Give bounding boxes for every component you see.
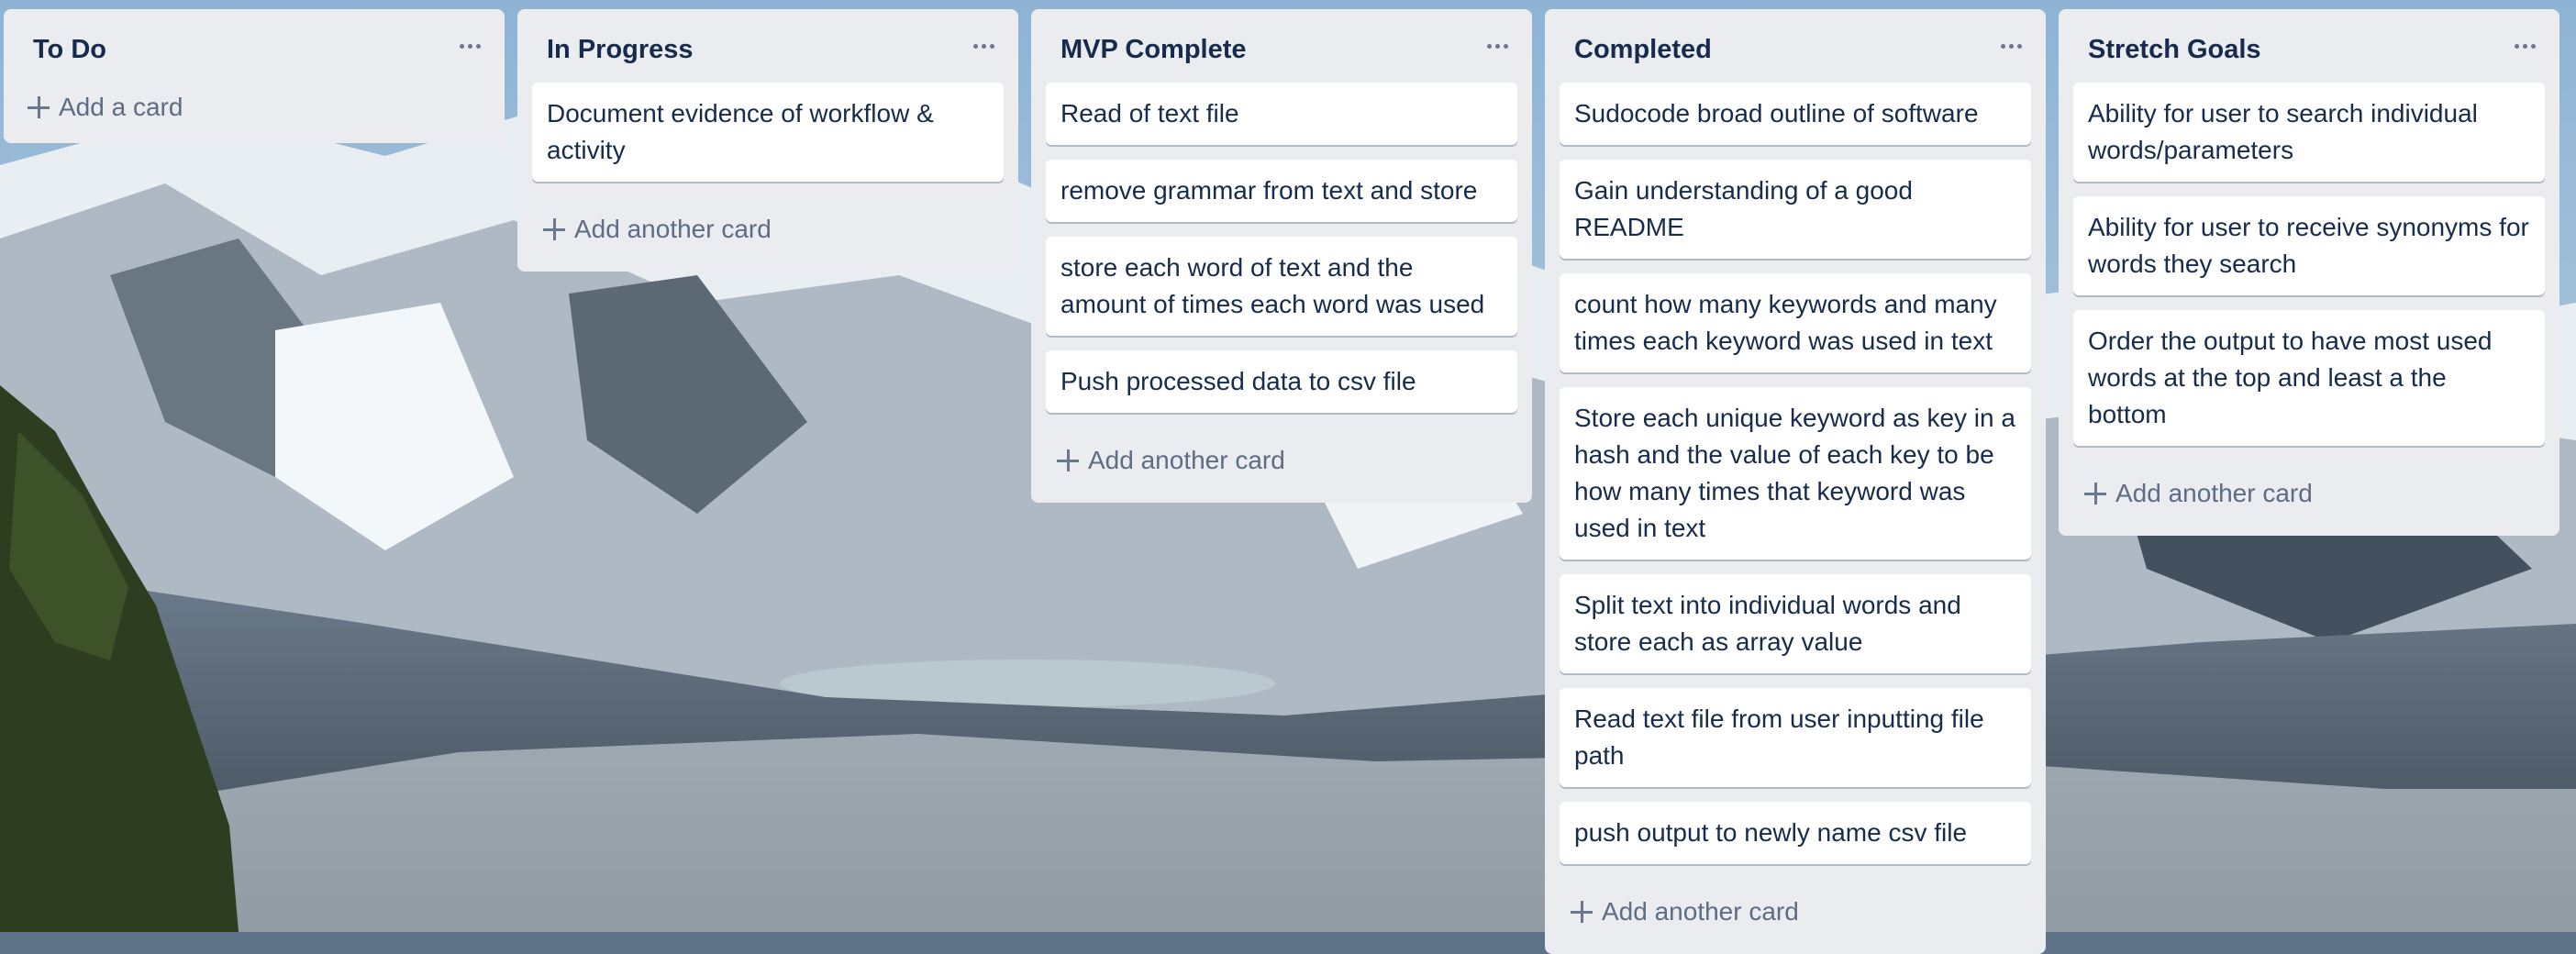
card[interactable]: store each word of text and the amount o… bbox=[1046, 237, 1517, 336]
add-card-label: Add another card bbox=[1088, 446, 1285, 474]
list-stretch-goals: Stretch Goals Ability for user to search… bbox=[2059, 9, 2559, 536]
card[interactable]: Read of text file bbox=[1046, 83, 1517, 145]
add-card-label: Add a card bbox=[59, 93, 183, 121]
plus-icon bbox=[28, 96, 50, 118]
card[interactable]: Order the output to have most used words… bbox=[2073, 310, 2545, 446]
more-horizontal-icon[interactable] bbox=[1479, 31, 1516, 61]
add-card-button[interactable]: Add another card bbox=[2059, 460, 2559, 536]
more-horizontal-icon[interactable] bbox=[451, 31, 488, 61]
card[interactable]: Read text file from user inputting file … bbox=[1560, 688, 2031, 787]
card[interactable]: Ability for user to receive synonyms for… bbox=[2073, 196, 2545, 295]
add-card-button[interactable]: Add another card bbox=[1545, 879, 2046, 954]
list-title[interactable]: Stretch Goals bbox=[2088, 35, 2261, 65]
more-horizontal-icon[interactable] bbox=[2506, 31, 2543, 61]
add-card-button[interactable]: Add another card bbox=[1031, 427, 1532, 503]
list-title[interactable]: To Do bbox=[33, 35, 106, 65]
card[interactable]: Document evidence of workflow & activity bbox=[532, 83, 1004, 182]
list-mvp-complete: MVP Complete Read of text file remove gr… bbox=[1031, 9, 1532, 503]
add-card-label: Add another card bbox=[574, 215, 772, 243]
plus-icon bbox=[2084, 483, 2106, 505]
list-completed: Completed Sudocode broad outline of soft… bbox=[1545, 9, 2046, 954]
card[interactable]: Sudocode broad outline of software bbox=[1560, 83, 2031, 145]
add-card-button[interactable]: Add a card bbox=[4, 77, 505, 143]
more-horizontal-icon[interactable] bbox=[1993, 31, 2029, 61]
card[interactable]: remove grammar from text and store bbox=[1046, 160, 1517, 222]
card[interactable]: count how many keywords and many times e… bbox=[1560, 273, 2031, 372]
card[interactable]: Push processed data to csv file bbox=[1046, 350, 1517, 413]
plus-icon bbox=[543, 218, 565, 240]
list-title[interactable]: MVP Complete bbox=[1060, 35, 1247, 65]
card[interactable]: Split text into individual words and sto… bbox=[1560, 574, 2031, 673]
list-to-do: To Do Add a card bbox=[4, 9, 505, 143]
list-in-progress: In Progress Document evidence of workflo… bbox=[517, 9, 1018, 272]
card[interactable]: push output to newly name csv file bbox=[1560, 802, 2031, 864]
more-horizontal-icon[interactable] bbox=[965, 31, 1002, 61]
list-title[interactable]: Completed bbox=[1574, 35, 1712, 65]
add-card-label: Add another card bbox=[1602, 897, 1799, 926]
kanban-board: To Do Add a card In Progress Document ev… bbox=[0, 0, 2576, 954]
card[interactable]: Gain understanding of a good README bbox=[1560, 160, 2031, 259]
list-title[interactable]: In Progress bbox=[547, 35, 694, 65]
add-card-label: Add another card bbox=[2115, 479, 2313, 507]
card[interactable]: Store each unique keyword as key in a ha… bbox=[1560, 387, 2031, 560]
add-card-button[interactable]: Add another card bbox=[517, 196, 1018, 272]
plus-icon bbox=[1057, 449, 1079, 471]
plus-icon bbox=[1571, 901, 1593, 923]
card[interactable]: Ability for user to search individual wo… bbox=[2073, 83, 2545, 182]
